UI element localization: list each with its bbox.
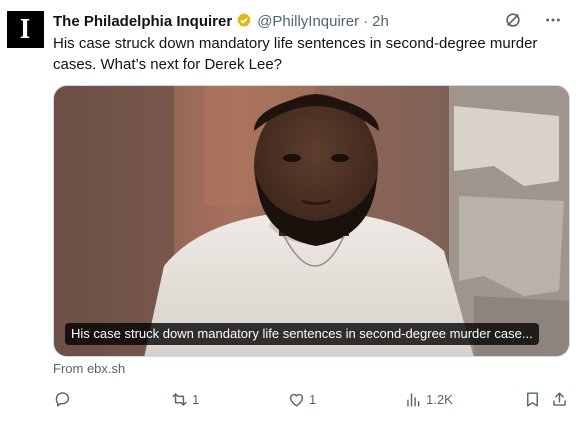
- source-link[interactable]: From ebx.sh: [53, 361, 125, 376]
- grok-icon[interactable]: [504, 11, 522, 29]
- separator-dot: ·: [363, 12, 369, 30]
- tweet-text: His case struck down mandatory life sent…: [53, 35, 538, 73]
- portrait-photo: [54, 86, 569, 356]
- repost-count: 1: [192, 391, 200, 407]
- like-button[interactable]: 1: [287, 386, 316, 412]
- bookmark-icon: [527, 391, 538, 407]
- like-count: 1: [309, 391, 317, 407]
- tweet-media-card[interactable]: His case struck down mandatory life sent…: [53, 85, 570, 357]
- tweet-header: The Philadelphia Inquirer @PhillyInquire…: [53, 11, 562, 31]
- author-name[interactable]: The Philadelphia Inquirer: [53, 13, 232, 30]
- tweet-actions: 1 1 1.2K: [53, 386, 568, 412]
- media-caption: His case struck down mandatory life sent…: [65, 323, 539, 345]
- verified-badge-icon[interactable]: [235, 12, 253, 30]
- analytics-icon: [407, 392, 420, 407]
- repost-button[interactable]: 1: [170, 386, 199, 412]
- views-button[interactable]: 1.2K: [404, 386, 453, 412]
- repost-icon: [172, 392, 187, 406]
- author-avatar[interactable]: I: [7, 11, 44, 48]
- avatar-letter: I: [20, 14, 31, 45]
- post-time[interactable]: 2h: [372, 13, 389, 30]
- share-button[interactable]: [550, 386, 569, 412]
- heart-icon: [289, 393, 304, 407]
- bookmark-button[interactable]: [523, 386, 542, 412]
- share-icon: [553, 391, 566, 406]
- views-count: 1.2K: [426, 391, 453, 407]
- reply-button[interactable]: [53, 386, 75, 412]
- reply-icon: [55, 391, 70, 407]
- author-handle[interactable]: @PhillyInquirer: [257, 13, 359, 30]
- more-options-icon[interactable]: [544, 11, 562, 29]
